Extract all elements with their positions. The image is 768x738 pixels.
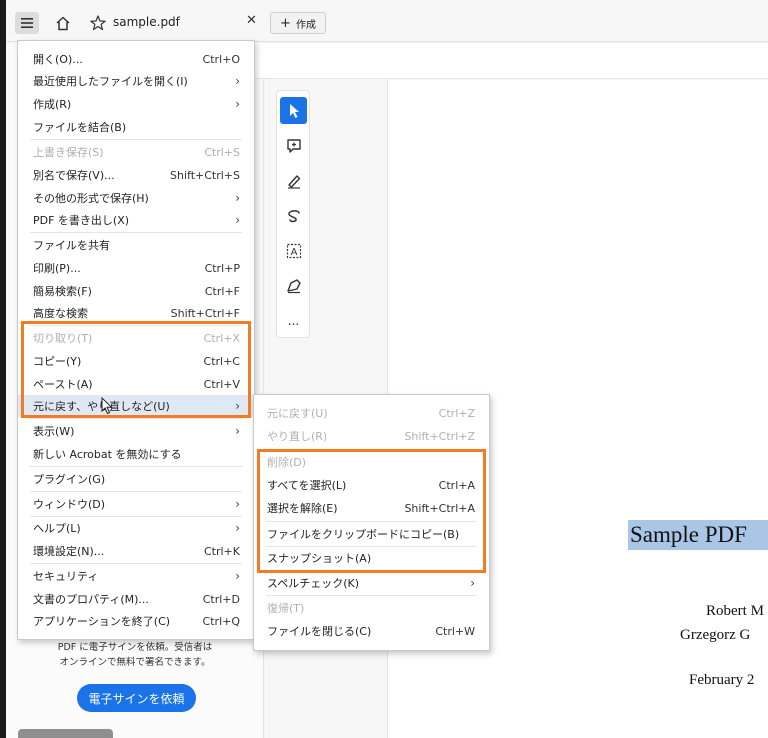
home-button[interactable] xyxy=(50,12,76,34)
mouse-cursor-icon xyxy=(101,397,113,415)
new-tab-button[interactable]: + 作成 xyxy=(270,12,326,34)
chevron-right-icon: › xyxy=(235,74,240,88)
home-icon xyxy=(56,16,70,30)
tab-title[interactable]: sample.pdf xyxy=(113,15,180,29)
cursor-arrow-icon xyxy=(289,103,299,118)
pen-icon xyxy=(287,174,300,189)
menu-item-security[interactable]: セキュリティ › xyxy=(18,565,254,587)
chevron-right-icon: › xyxy=(235,213,240,227)
chevron-right-icon: › xyxy=(235,521,240,535)
menu-item-help[interactable]: ヘルプ(L) › xyxy=(18,517,254,539)
chevron-right-icon: › xyxy=(235,191,240,205)
menu-item-open-recent[interactable]: 最近使用したファイルを開く(I) › xyxy=(18,70,254,92)
comment-tool[interactable] xyxy=(280,132,307,159)
request-signature-button[interactable]: 電子サインを依頼 xyxy=(77,684,196,712)
more-tools-button[interactable]: ... xyxy=(280,307,307,334)
menu-item-disable-new-acrobat[interactable]: 新しい Acrobat を無効にする xyxy=(18,443,254,465)
sign-tool[interactable] xyxy=(280,272,307,299)
toolbar-strip xyxy=(255,43,768,79)
highlight-box-submenu-items xyxy=(257,449,486,573)
menu-button[interactable] xyxy=(15,12,39,34)
tab-bar: sample.pdf ✕ + 作成 xyxy=(0,0,768,42)
plus-icon: + xyxy=(280,15,291,31)
chevron-right-icon: › xyxy=(235,97,240,111)
new-tab-label: 作成 xyxy=(295,19,316,31)
submenu-item-close-file[interactable]: ファイルを閉じる(C) Ctrl+W xyxy=(254,620,489,642)
tool-palette: A ... xyxy=(276,90,310,338)
chevron-right-icon: › xyxy=(470,576,475,590)
menu-item-view[interactable]: 表示(W) › xyxy=(18,420,254,442)
submenu-item-spellcheck[interactable]: スペルチェック(K) › xyxy=(254,572,489,594)
menu-item-document-properties[interactable]: 文書のプロパティ(M)... Ctrl+D xyxy=(18,588,254,610)
menu-item-exit[interactable]: アプリケーションを終了(C) Ctrl+Q xyxy=(18,610,254,632)
menu-item-export-pdf[interactable]: PDF を書き出し(X) › xyxy=(18,209,254,231)
document-date: February 2 xyxy=(689,672,755,688)
menu-item-create[interactable]: 作成(R) › xyxy=(18,93,254,115)
menu-item-save[interactable]: 上書き保存(S) Ctrl+S xyxy=(18,141,254,163)
menu-item-combine-files[interactable]: ファイルを結合(B) xyxy=(18,116,254,138)
menu-item-open[interactable]: 開く(O)... Ctrl+O xyxy=(18,48,254,70)
highlight-tool[interactable] xyxy=(280,167,307,194)
chevron-right-icon: › xyxy=(235,424,240,438)
menu-item-window[interactable]: ウィンドウ(D) › xyxy=(18,493,254,515)
menu-item-preferences[interactable]: 環境設定(N)... Ctrl+K xyxy=(18,540,254,562)
svg-text:A: A xyxy=(290,247,297,258)
menu-item-save-as[interactable]: 別名で保存(V)... Shift+Ctrl+S xyxy=(18,164,254,186)
chevron-right-icon: › xyxy=(235,497,240,511)
highlight-box-edit-items xyxy=(21,321,251,418)
text-box-icon: A xyxy=(286,243,301,258)
favorite-button[interactable] xyxy=(88,12,108,34)
menu-item-print[interactable]: 印刷(P)... Ctrl+P xyxy=(18,257,254,279)
submenu-item-undo[interactable]: 元に戻す(U) Ctrl+Z xyxy=(254,402,489,424)
bottom-tab[interactable] xyxy=(18,729,113,738)
menu-item-plugins[interactable]: プラグイン(G) xyxy=(18,468,254,490)
submenu-item-redo[interactable]: やり直し(R) Shift+Ctrl+Z xyxy=(254,425,489,447)
hamburger-icon xyxy=(21,18,33,28)
chevron-right-icon: › xyxy=(235,569,240,583)
menu-item-save-other[interactable]: その他の形式で保存(H) › xyxy=(18,187,254,209)
document-title[interactable]: Sample PDF xyxy=(628,520,768,550)
signature-icon xyxy=(286,278,301,293)
select-tool[interactable] xyxy=(280,97,307,124)
lasso-icon xyxy=(287,209,300,222)
promo-text: PDF に電子サインを依頼。受信者は オンラインで無料で署名できます。 xyxy=(57,642,213,668)
menu-item-share[interactable]: ファイルを共有 xyxy=(18,234,254,256)
draw-tool[interactable] xyxy=(280,202,307,229)
add-comment-icon xyxy=(286,138,301,153)
text-box-tool[interactable]: A xyxy=(280,237,307,264)
submenu-item-revert[interactable]: 復帰(T) xyxy=(254,597,489,619)
star-icon xyxy=(90,15,106,31)
tab-close-button[interactable]: ✕ xyxy=(246,13,257,28)
document-author-1: Robert M xyxy=(706,603,764,619)
menu-item-find[interactable]: 簡易検索(F) Ctrl+F xyxy=(18,280,254,302)
document-author-2: Grzegorz G xyxy=(680,627,751,643)
